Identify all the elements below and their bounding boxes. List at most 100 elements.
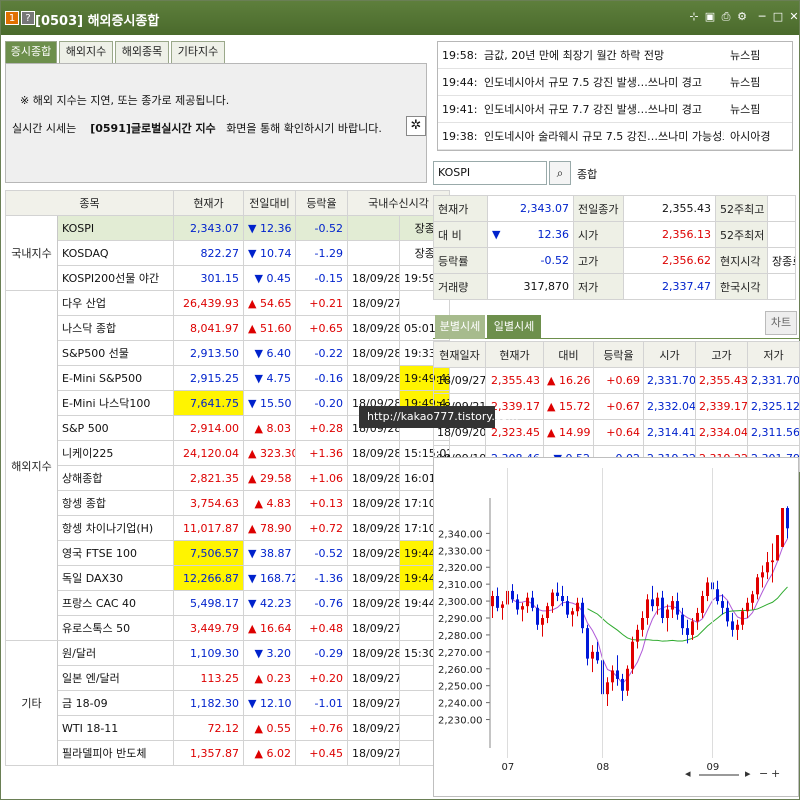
maximize-icon[interactable]: □ <box>771 10 785 24</box>
row-name[interactable]: 영국 FTSE 100 <box>57 540 174 566</box>
table-row[interactable]: 기타 원/달러 1,109.30 ▼ 3.20 -0.29 18/09/28 15:30:01 <box>5 640 451 766</box>
notice-box: ※ 해외 지수는 지연, 또는 종가로 제공됩니다. 실시간 시세는 [0591… <box>5 63 427 183</box>
news-item[interactable]: 19:41: 인도네시아서 규모 7.7 강진 발생…쓰나미 경고 뉴스핌 <box>438 97 792 123</box>
row-name[interactable]: 원/달러 <box>57 640 174 666</box>
table-row[interactable]: E-Mini S&P500 2,915.25 ▼ 4.75 -0.16 18/09/28 1… <box>6 365 451 391</box>
settings-icon[interactable]: ⚙ <box>735 10 749 24</box>
chart-button[interactable]: 차트 <box>765 311 797 335</box>
table-row[interactable]: 항셍 종합 3,754.63 ▲ 4.83 +0.13 18/09/28 17:10:10 <box>6 490 451 516</box>
row-date: 18/09/28 <box>347 590 400 616</box>
news-headline[interactable]: 인도네시아 술라웨시 규모 7.5 강진…쓰나미 가능성도( <box>484 124 724 150</box>
group-label: 기타 <box>5 640 58 766</box>
symbol-input[interactable]: KOSPI <box>433 161 547 185</box>
table-row[interactable]: 해외지수 다우 산업 26,439.93 ▲ 54.65 +0.21 18/09/27 <box>5 290 451 641</box>
row-name[interactable]: KOSPI200선물 야간 <box>57 265 174 291</box>
table-row[interactable]: 항셍 차이나기업(H) 11,017.87 ▲ 78.90 +0.72 18/09/28 1… <box>6 515 451 541</box>
tab-foreign-stocks[interactable]: 해외종목 <box>115 41 169 63</box>
help-icon[interactable]: ? <box>21 11 35 25</box>
table-row[interactable]: KOSPI200선물 야간 301.15 ▼ 0.45 -0.15 18/09/28 19:… <box>6 265 451 291</box>
x-tick-label: 08 <box>597 762 610 773</box>
row-name[interactable]: 항셍 종합 <box>57 490 174 516</box>
row-name[interactable]: WTI 18-11 <box>57 715 174 741</box>
screen-number-icon[interactable]: 1 <box>5 11 19 25</box>
news-headline[interactable]: 인도네시아서 규모 7.5 강진 발생…쓰나미 경고 <box>484 70 724 96</box>
table-row[interactable]: 일본 엔/달러 113.25 ▲ 0.23 +0.20 18/09/27 <box>6 665 451 691</box>
minimize-icon[interactable]: ─ <box>755 10 769 24</box>
row-name[interactable]: 상해종합 <box>57 465 174 491</box>
group-label: 해외지수 <box>5 290 58 641</box>
table-row[interactable]: 영국 FTSE 100 7,506.57 ▼ 38.87 -0.52 18/09/28 19… <box>6 540 451 566</box>
row-price: 2,913.50 <box>173 340 244 366</box>
table-row[interactable]: 프랑스 CAC 40 5,498.17 ▼ 42.23 -0.76 18/09/28 19:… <box>6 590 451 616</box>
row-name[interactable]: S&P500 선물 <box>57 340 174 366</box>
row-name[interactable]: 금 18-09 <box>57 690 174 716</box>
row-date: 18/09/27 <box>347 290 400 316</box>
table-row[interactable]: S&P500 선물 2,913.50 ▼ 6.40 -0.22 18/09/28 19:33… <box>6 340 451 366</box>
table-row[interactable]: KOSDAQ 822.27 ▼ 10.74 -1.29 장종료 <box>6 240 451 266</box>
tab-foreign-index[interactable]: 해외지수 <box>59 41 113 63</box>
row-name[interactable]: KOSDAQ <box>57 240 174 266</box>
table-row[interactable]: WTI 18-11 72.12 ▲ 0.55 +0.76 18/09/27 <box>6 715 451 741</box>
table-row[interactable]: 나스닥 종합 8,041.97 ▲ 51.60 +0.65 18/09/28 05:01:5… <box>6 315 451 341</box>
link-icon[interactable]: ⊹ <box>687 10 701 24</box>
news-headline[interactable]: 금값, 20년 만에 최장기 월간 하락 전망 <box>484 43 724 69</box>
row-name[interactable]: 니케이225 <box>57 440 174 466</box>
row-name[interactable]: S&P 500 <box>57 415 174 441</box>
tab-other-index[interactable]: 기타지수 <box>171 41 225 63</box>
row-name[interactable]: 유로스톡스 50 <box>57 615 174 641</box>
zoom-out-icon[interactable]: − <box>759 767 768 780</box>
table-row[interactable]: 상해종합 2,821.35 ▲ 29.58 +1.06 18/09/28 16:01:04 <box>6 465 451 491</box>
row-name[interactable]: E-Mini 나스닥100 <box>57 390 174 416</box>
news-item[interactable]: 19:38: 인도네시아 술라웨시 규모 7.5 강진…쓰나미 가능성도(아시아경 <box>438 124 792 150</box>
news-headline[interactable]: 인도네시아서 규모 7.7 강진 발생…쓰나미 경고 <box>484 97 724 123</box>
table-row[interactable]: 유로스톡스 50 3,449.79 ▲ 16.64 +0.48 18/09/27 <box>6 615 451 641</box>
tab-minute-quote[interactable]: 분별시세 <box>435 315 485 339</box>
tab-market-overview[interactable]: 증시종합 <box>5 41 57 63</box>
table-row[interactable]: 국내지수 KOSPI 2,343.07 ▼ 12.36 -0.52 장종료 <box>5 215 451 291</box>
row-price: 24,120.04 <box>173 440 244 466</box>
row-name[interactable]: E-Mini S&P500 <box>57 365 174 391</box>
row-price: 113.25 <box>173 665 244 691</box>
zoom-in-icon[interactable]: + <box>771 767 780 780</box>
daily-row[interactable]: 18/09/27 2,355.43 ▲ 16.26 +0.69 2,331.70 2,355… <box>433 367 800 394</box>
up-arrow-icon: ▲ <box>248 446 257 460</box>
row-rate: +0.28 <box>295 415 348 441</box>
row-name[interactable]: 항셍 차이나기업(H) <box>57 515 174 541</box>
row-name[interactable]: 일본 엔/달러 <box>57 665 174 691</box>
row-date <box>347 215 400 241</box>
row-rate: -1.01 <box>295 690 348 716</box>
scroll-right-icon[interactable]: ▸ <box>745 767 751 780</box>
notice-link[interactable]: [0591]글로벌실시간 지수 <box>90 122 215 135</box>
news-item[interactable]: 19:44: 인도네시아서 규모 7.5 강진 발생…쓰나미 경고 뉴스핌 <box>438 70 792 96</box>
row-name[interactable]: KOSPI <box>57 215 174 241</box>
print-icon[interactable]: ⎙ <box>719 10 733 24</box>
candle-body <box>566 601 569 615</box>
row-change: ▲ 16.64 <box>243 615 296 641</box>
row-name[interactable]: 다우 산업 <box>57 290 174 316</box>
scroll-left-icon[interactable]: ◂ <box>685 767 691 780</box>
search-icon[interactable]: ⌕ <box>549 161 571 185</box>
price-chart[interactable]: 2,340.00 2,330.00 2,320.00 2,310.00 2,300.00… <box>433 457 799 797</box>
title-bar: 1 ? [0503] 해외증시종합 ⊹ ▣ ⎙ ⚙ ─ □ ✕ <box>1 1 799 35</box>
row-name[interactable]: 나스닥 종합 <box>57 315 174 341</box>
chart-scrollbar[interactable]: ◂ ▸ − + <box>685 767 797 783</box>
news-item[interactable]: 19:58: 금값, 20년 만에 최장기 월간 하락 전망 뉴스핌 <box>438 43 792 69</box>
gear-icon[interactable]: ✲ <box>406 116 426 136</box>
down-arrow-icon: ▼ <box>248 221 257 235</box>
pin-icon[interactable]: ▣ <box>703 10 717 24</box>
table-row[interactable]: 니케이225 24,120.04 ▲ 323.30 +1.36 18/09/28 15:15… <box>6 440 451 466</box>
row-date: 18/09/28 <box>347 515 400 541</box>
quote-value: 2,337.47 <box>623 273 716 300</box>
row-rate: -0.29 <box>295 640 348 666</box>
tab-daily-quote[interactable]: 일별시세 <box>487 315 541 339</box>
candle-body <box>761 572 764 578</box>
table-row[interactable]: 독일 DAX30 12,266.87 ▼ 168.72 -1.36 18/09/28 19:… <box>6 565 451 591</box>
down-arrow-icon: ▼ <box>248 596 257 610</box>
row-name[interactable]: 독일 DAX30 <box>57 565 174 591</box>
row-name[interactable]: 필라델피아 반도체 <box>57 740 174 766</box>
table-row[interactable]: 금 18-09 1,182.30 ▼ 12.10 -1.01 18/09/27 <box>6 690 451 716</box>
row-name[interactable]: 프랑스 CAC 40 <box>57 590 174 616</box>
scroll-track[interactable] <box>699 774 739 776</box>
table-row[interactable]: 필라델피아 반도체 1,357.87 ▲ 6.02 +0.45 18/09/27 <box>6 740 451 766</box>
close-icon[interactable]: ✕ <box>787 10 800 24</box>
